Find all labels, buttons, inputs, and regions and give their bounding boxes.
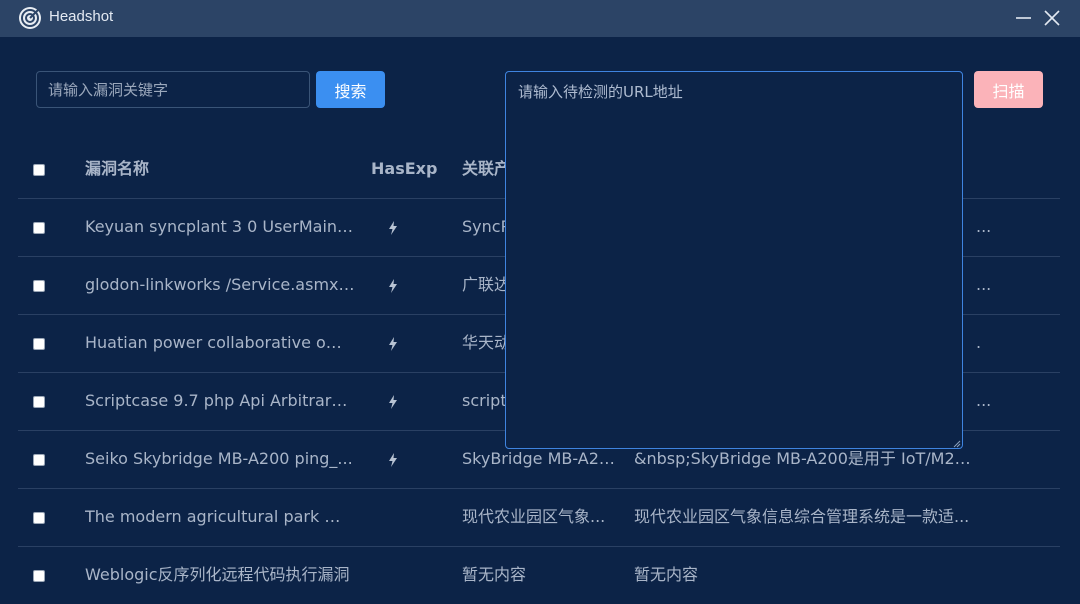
lightning-icon	[389, 278, 397, 293]
table-row[interactable]: Weblogic反序列化远程代码执行漏洞 暂无内容 暂无内容	[18, 547, 1060, 604]
lightning-icon	[389, 394, 397, 409]
scan-button[interactable]: 扫描	[974, 71, 1043, 108]
row-checkbox[interactable]	[33, 221, 45, 234]
close-icon[interactable]	[1040, 6, 1064, 30]
title-bar: Headshot	[0, 0, 1080, 37]
vuln-name: The modern agricultural park me...	[85, 507, 355, 526]
description-cell: 现代农业园区气象信息综合管理系统是一款适...	[634, 507, 970, 526]
app-title: Headshot	[49, 8, 114, 25]
row-checkbox[interactable]	[33, 511, 45, 524]
product-cell: 暂无内容	[462, 565, 527, 584]
has-exp-cell	[371, 431, 441, 487]
minimize-icon[interactable]	[1011, 6, 1035, 30]
vuln-name: Weblogic反序列化远程代码执行漏洞	[85, 565, 350, 584]
vuln-name: glodon-linkworks /Service.asmx l...	[85, 275, 355, 294]
target-logo-icon	[19, 7, 41, 29]
has-exp-cell	[371, 199, 441, 255]
has-exp-cell	[371, 489, 441, 545]
has-exp-cell	[371, 373, 441, 429]
description-cell: ...	[976, 217, 992, 236]
vuln-name: Scriptcase 9.7 php Api Arbitrary ...	[85, 391, 355, 410]
row-checkbox[interactable]	[33, 279, 45, 292]
has-exp-cell	[371, 547, 441, 603]
row-checkbox[interactable]	[33, 453, 45, 466]
vuln-name: Keyuan syncplant 3 0 UserMain.a...	[85, 217, 355, 236]
vuln-name: Huatian power collaborative offic...	[85, 333, 355, 352]
lightning-icon	[389, 452, 397, 467]
has-exp-cell	[371, 257, 441, 313]
description-cell: .	[976, 333, 982, 352]
row-checkbox[interactable]	[33, 395, 45, 408]
table-row[interactable]: The modern agricultural park me... 现代农业园区…	[18, 489, 1060, 547]
header-name: 漏洞名称	[85, 159, 150, 178]
header-has-exp: HasExp	[371, 159, 438, 178]
has-exp-cell	[371, 315, 441, 371]
search-button[interactable]: 搜索	[316, 71, 385, 108]
vuln-name: Seiko Skybridge MB-A200 ping_...	[85, 449, 353, 468]
search-input[interactable]	[36, 71, 310, 108]
row-checkbox[interactable]	[33, 337, 45, 350]
lightning-icon	[389, 220, 397, 235]
description-cell: ...	[976, 275, 992, 294]
lightning-icon	[389, 336, 397, 351]
row-checkbox[interactable]	[33, 569, 45, 582]
description-cell: ...	[976, 391, 992, 410]
select-all-checkbox[interactable]	[33, 163, 45, 176]
product-cell: 现代农业园区气象...	[462, 507, 606, 526]
description-cell: 暂无内容	[634, 565, 699, 584]
url-input[interactable]	[505, 71, 963, 449]
resize-grip-icon[interactable]	[953, 440, 961, 448]
